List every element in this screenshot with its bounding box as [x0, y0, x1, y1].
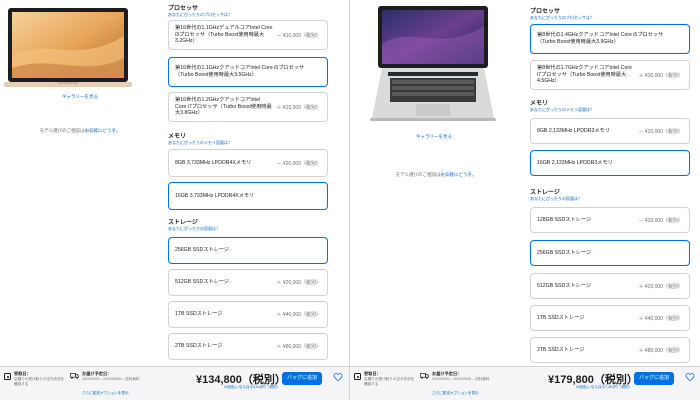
- installment-link[interactable]: 24回払いなら月々5,616円（税別）: [224, 385, 280, 390]
- option-name: 第8世代の1.7GHzクアッドコアIntel Core i7プロセッサ（Turb…: [537, 65, 632, 85]
- processor-help-link[interactable]: あなたにぴったりのプロセッサは？: [530, 15, 594, 21]
- option-price: － ¥20,000（税別）: [276, 160, 321, 167]
- storage-option[interactable]: 128GB SSDストレージ － ¥20,000（税別）: [530, 207, 690, 233]
- summary-bar: 受取日： 店舗での受け取りの空き状況を確認する お届け予定日： 2020/09/…: [350, 366, 700, 400]
- gallery-link[interactable]: ギャラリーを見る: [354, 134, 514, 140]
- option-name: 128GB SSDストレージ: [537, 216, 592, 223]
- option-price: ＋ ¥15,000（税別）: [276, 104, 321, 111]
- model-help-text: モデル選びのご相談はお気軽にどうぞ。: [356, 172, 516, 178]
- option-price: ＋ ¥40,000（税別）: [276, 312, 321, 318]
- option-name: 512GB SSDストレージ: [537, 282, 592, 289]
- storage-option[interactable]: 512GB SSDストレージ ＋ ¥20,000（税別）: [168, 269, 328, 296]
- storage-title: ストレージ: [530, 190, 560, 196]
- option-name: 1TB SSDストレージ: [537, 314, 585, 321]
- option-name: 第10世代の1.1GHzクアッドコアIntel Core i5プロセッサ（Tur…: [175, 65, 305, 78]
- pickup-availability-link[interactable]: 店舗での受け取りの空き状況を確認する: [14, 377, 66, 386]
- memory-option-selected[interactable]: 16GB 2,133MHz LPDDR3メモリ: [530, 150, 690, 176]
- heart-icon[interactable]: [333, 372, 343, 382]
- option-price: ＋ ¥40,000（税別）: [638, 315, 683, 322]
- option-price: ＋ ¥20,000（税別）: [638, 283, 683, 290]
- heart-icon[interactable]: [685, 372, 695, 382]
- model-help-label: モデル選びのご相談は: [395, 172, 441, 177]
- memory-option-selected[interactable]: 16GB 3,733MHz LPDDR4Xメモリ: [168, 182, 328, 210]
- processor-help-link[interactable]: あなたにぴったりのプロセッサは？: [168, 12, 232, 18]
- truck-icon: [70, 373, 79, 379]
- processor-option-selected[interactable]: 第10世代の1.1GHzクアッドコアIntel Core i5プロセッサ（Tur…: [168, 57, 328, 87]
- model-help-link[interactable]: お気軽にどうぞ。: [441, 172, 477, 177]
- option-price: ＋ ¥30,000（税別）: [638, 72, 683, 79]
- summary-bar: 受取日： 店舗での受け取りの空き状況を確認する お届け予定日： 2020/09/…: [0, 366, 349, 400]
- gallery-link[interactable]: ギャラリーを見る: [0, 94, 160, 100]
- store-icon: [4, 373, 11, 380]
- option-price: ＋ ¥20,000（税別）: [276, 280, 321, 286]
- left-configurator: ギャラリーを見る モデル選びのご相談はお気軽にどうぞ。 プロセッサ あなたにぴっ…: [0, 0, 350, 400]
- product-media: ギャラリーを見る モデル選びのご相談はお気軽にどうぞ。: [350, 0, 510, 360]
- more-delivery-options-link[interactable]: さらに配送オプションを表示: [82, 391, 129, 396]
- memory-option[interactable]: 8GB 2,133MHz LPDDR3メモリ － ¥20,000（税別）: [530, 118, 690, 144]
- memory-help-link[interactable]: あなたにぴったりのメモリ容量は？: [168, 140, 232, 146]
- option-price: － ¥10,000（税別）: [276, 32, 321, 39]
- memory-option[interactable]: 8GB 3,733MHz LPDDR4Xメモリ － ¥20,000（税別）: [168, 149, 328, 177]
- option-name: 16GB 2,133MHz LPDDR3メモリ: [537, 159, 613, 166]
- pickup-availability-link[interactable]: 店舗での受け取りの空き状況を確認する: [364, 377, 416, 386]
- memory-help-link[interactable]: あなたにぴったりのメモリ容量は？: [530, 107, 594, 113]
- product-media: ギャラリーを見る モデル選びのご相談はお気軽にどうぞ。: [0, 0, 160, 360]
- option-name: 1TB SSDストレージ: [175, 311, 223, 318]
- option-price: ＋ ¥80,000（税別）: [276, 344, 321, 350]
- storage-help-link[interactable]: あなたにぴったりの容量は？: [168, 226, 220, 232]
- memory-title: メモリ: [530, 101, 549, 107]
- option-name: 16GB 3,733MHz LPDDR4Xメモリ: [175, 192, 255, 199]
- installment-link[interactable]: 24回払いなら月々7,491円（税別）: [576, 385, 632, 390]
- macbook-air-image[interactable]: [4, 6, 132, 90]
- option-price: ＋ ¥80,000（税別）: [638, 347, 683, 354]
- processor-option-selected[interactable]: 第8世代の1.4GHzクアッドコアIntel Core i5プロセッサ（Turb…: [530, 24, 690, 54]
- option-name: 8GB 3,733MHz LPDDR4Xメモリ: [175, 159, 252, 166]
- macbook-pro-image[interactable]: [370, 4, 496, 124]
- storage-title: ストレージ: [168, 220, 198, 226]
- option-name: 8GB 2,133MHz LPDDR3メモリ: [537, 127, 610, 134]
- right-configurator: ギャラリーを見る モデル選びのご相談はお気軽にどうぞ。 プロセッサ あなたにぴっ…: [350, 0, 700, 400]
- storage-option[interactable]: 1TB SSDストレージ ＋ ¥40,000（税別）: [168, 301, 328, 328]
- more-delivery-options-link[interactable]: さらに配送オプションを表示: [432, 391, 479, 396]
- add-to-bag-button[interactable]: バッグに追加: [634, 372, 675, 385]
- store-icon: [354, 373, 361, 380]
- storage-option[interactable]: 1TB SSDストレージ ＋ ¥40,000（税別）: [530, 305, 690, 331]
- delivery-dates: 2020/09/01 - 2020/09/08 – 送料無料: [82, 377, 140, 381]
- option-name: 2TB SSDストレージ: [537, 346, 585, 353]
- add-to-bag-button[interactable]: バッグに追加: [282, 372, 323, 385]
- storage-option-selected[interactable]: 256GB SSDストレージ: [168, 237, 328, 264]
- storage-help-link[interactable]: あなたにぴったりの容量は？: [530, 196, 582, 202]
- processor-option[interactable]: 第10世代の1.2GHzクアッドコアIntel Core i7プロセッサ（Tur…: [168, 92, 328, 122]
- option-name: 512GB SSDストレージ: [175, 279, 230, 286]
- delivery-dates: 2020/09/01 - 2020/09/08 – 送料無料: [432, 377, 490, 381]
- option-name: 256GB SSDストレージ: [175, 247, 230, 254]
- memory-title: メモリ: [168, 134, 187, 140]
- processor-option[interactable]: 第8世代の1.7GHzクアッドコアIntel Core i7プロセッサ（Turb…: [530, 60, 690, 90]
- option-name: 第8世代の1.4GHzクアッドコアIntel Core i5プロセッサ（Turb…: [537, 32, 664, 45]
- storage-option[interactable]: 2TB SSDストレージ ＋ ¥80,000（税別）: [168, 333, 328, 360]
- storage-option-selected[interactable]: 256GB SSDストレージ: [530, 240, 690, 266]
- option-price: － ¥20,000（税別）: [638, 217, 683, 224]
- option-name: 第10世代の1.1GHzデュアルコアIntel Core i3プロセッサ（Tur…: [175, 25, 273, 45]
- truck-icon: [420, 373, 429, 379]
- option-price: － ¥20,000（税別）: [638, 128, 683, 135]
- model-help-text: モデル選びのご相談はお気軽にどうぞ。: [0, 128, 160, 134]
- option-name: 256GB SSDストレージ: [537, 249, 592, 256]
- storage-option[interactable]: 512GB SSDストレージ ＋ ¥20,000（税別）: [530, 273, 690, 299]
- processor-title: プロセッサ: [530, 9, 561, 15]
- processor-option[interactable]: 第10世代の1.1GHzデュアルコアIntel Core i3プロセッサ（Tur…: [168, 20, 328, 50]
- model-help-label: モデル選びのご相談は: [39, 128, 85, 133]
- storage-option[interactable]: 2TB SSDストレージ ＋ ¥80,000（税別）: [530, 337, 690, 363]
- option-name: 2TB SSDストレージ: [175, 343, 223, 350]
- model-help-link[interactable]: お気軽にどうぞ。: [85, 128, 121, 133]
- processor-title: プロセッサ: [168, 6, 199, 12]
- option-name: 第10世代の1.2GHzクアッドコアIntel Core i7プロセッサ（Tur…: [175, 97, 272, 117]
